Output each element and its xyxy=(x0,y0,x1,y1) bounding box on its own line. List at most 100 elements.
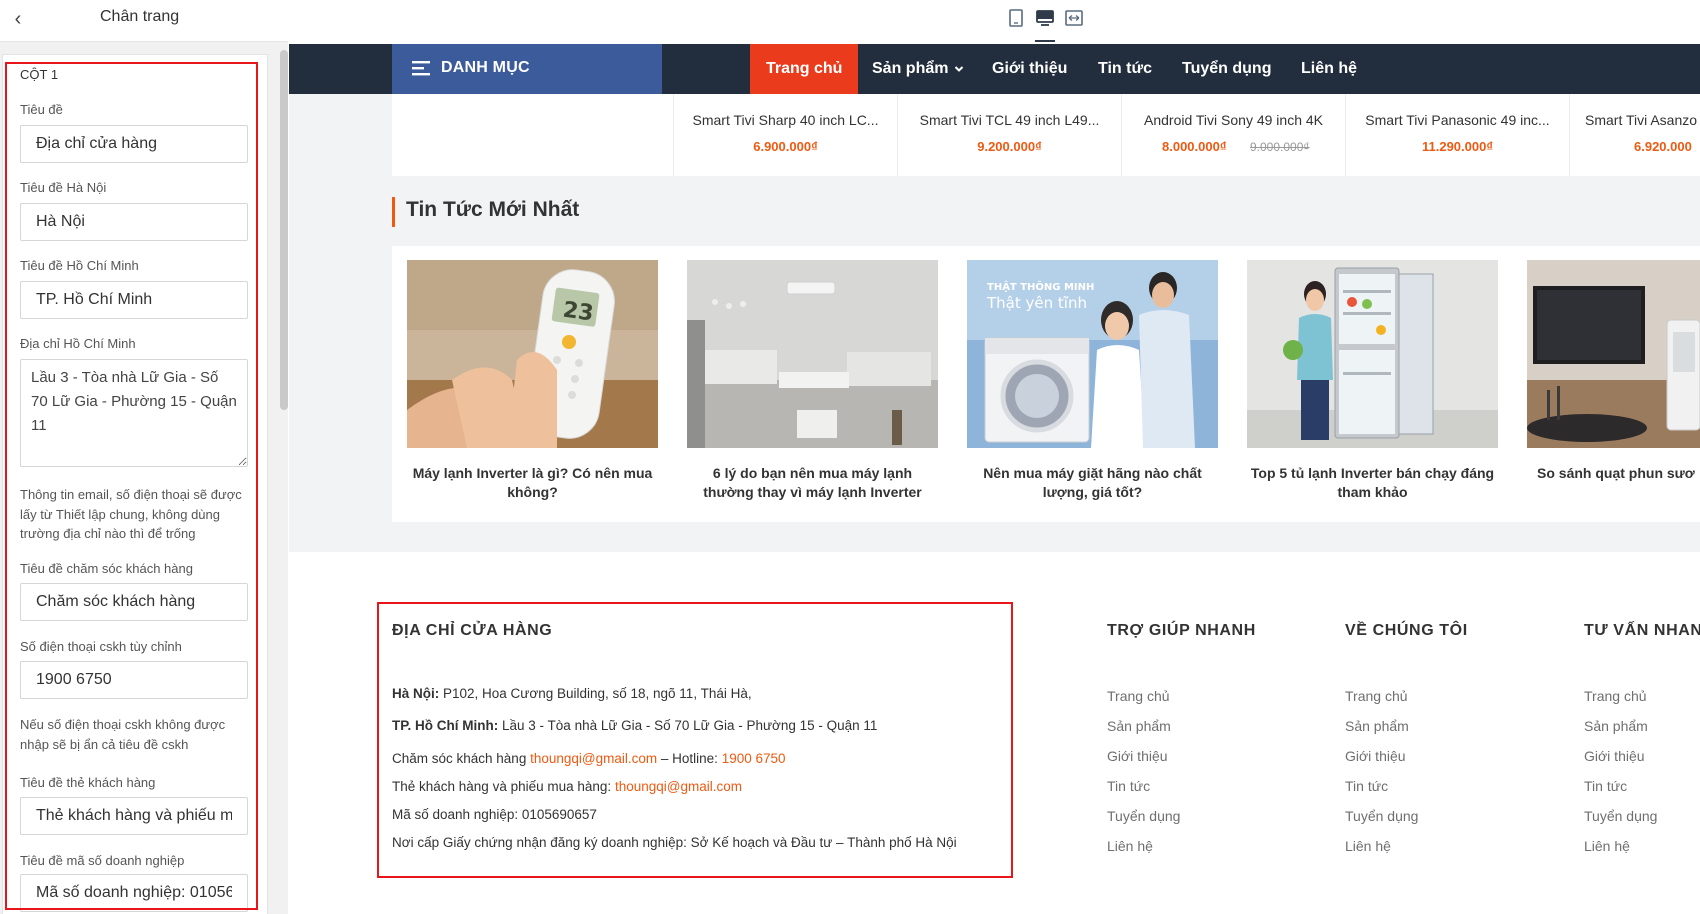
scrollbar-thumb[interactable] xyxy=(280,50,288,410)
news-heading: Tin Tức Mới Nhất xyxy=(406,198,580,221)
tax-title-input[interactable] xyxy=(20,874,248,912)
footer-link[interactable]: Liên hệ xyxy=(1345,838,1391,854)
footer-license: Nơi cấp Giấy chứng nhận đăng ký doanh ng… xyxy=(392,835,957,850)
nav-item-home[interactable]: Trang chủ xyxy=(750,44,859,94)
footer-care-line: Chăm sóc khách hàng thoungqi@gmail.com –… xyxy=(392,751,786,766)
footer-link[interactable]: Tuyển dụng xyxy=(1345,808,1418,824)
living-room-image[interactable] xyxy=(687,260,938,448)
footer-link[interactable]: Giới thiệu xyxy=(1345,748,1406,764)
product-name: Smart Tivi TCL 49 inch L49... xyxy=(919,112,1100,128)
news-card[interactable]: So sánh quạt phun sươ xyxy=(1527,260,1700,510)
footer-link[interactable]: Sản phẩm xyxy=(1345,718,1409,734)
footer-link[interactable]: Tin tức xyxy=(1107,778,1150,794)
fullwidth-view-icon[interactable] xyxy=(1064,8,1084,28)
news-card[interactable]: 23 Máy lạnh Inverter là gì? Có nên mua k… xyxy=(407,260,658,510)
settings-panel: ‹ Chân trang CỘT 1 Tiêu đề Tiêu đề Hà Nộ… xyxy=(0,0,288,914)
footer-link[interactable]: Trang chủ xyxy=(1345,688,1408,704)
hcm-title-input[interactable] xyxy=(20,281,248,319)
footer-link[interactable]: Sản phẩm xyxy=(1107,718,1171,734)
card-title-input[interactable] xyxy=(20,797,248,835)
panel-header: ‹ Chân trang xyxy=(0,0,288,42)
footer-link[interactable]: Trang chủ xyxy=(1107,688,1170,704)
active-view-indicator xyxy=(1035,40,1055,42)
product-name: Android Tivi Sony 49 inch 4K xyxy=(1144,112,1323,128)
footer-tax-code: Mã số doanh nghiệp: 0105690657 xyxy=(392,807,597,822)
menu-icon xyxy=(412,61,430,76)
footer-link[interactable]: Tin tức xyxy=(1345,778,1388,794)
news-heading-accent xyxy=(392,197,395,227)
view-toolbar xyxy=(289,0,1700,44)
product-name: Smart Tivi Panasonic 49 inc... xyxy=(1365,112,1550,128)
nav-item-products-label: Sản phẩm xyxy=(872,60,949,77)
care-title-input[interactable] xyxy=(20,583,248,621)
nav-item-contact[interactable]: Liên hệ xyxy=(1301,44,1357,94)
product-card[interactable]: Smart Tivi Sharp 40 inch LC... 6.900.000… xyxy=(673,94,897,176)
care-label: Chăm sóc khách hàng xyxy=(392,751,527,766)
title-input[interactable] xyxy=(20,125,248,163)
news-card[interactable]: 6 lý do bạn nên mua máy lạnh thường thay… xyxy=(687,260,938,510)
nav-item-products[interactable]: Sản phẩm xyxy=(872,44,964,94)
product-card[interactable]: Android Tivi Sony 49 inch 4K 8.000.000₫ … xyxy=(1121,94,1345,176)
product-price: 11.290.000₫ xyxy=(1421,139,1494,154)
ad-tagline: Thật yên tĩnh xyxy=(986,294,1087,312)
care-email-link[interactable]: thoungqi@gmail.com xyxy=(530,751,657,766)
back-icon[interactable]: ‹ xyxy=(6,7,30,31)
hanoi-label: Hà Nội: xyxy=(392,686,440,701)
footer-link[interactable]: Tuyển dụng xyxy=(1107,808,1180,824)
nav-item-about[interactable]: Giới thiệu xyxy=(992,44,1067,94)
product-price: 6.920.000 xyxy=(1634,139,1692,154)
product-price: 6.900.000₫ xyxy=(753,139,818,154)
footer-link[interactable]: Trang chủ xyxy=(1584,688,1647,704)
product-card[interactable]: Smart Tivi Asanzo 6.920.000 xyxy=(1569,94,1700,176)
footer-link[interactable]: Tuyển dụng xyxy=(1584,808,1657,824)
footer-col-heading: TƯ VẤN NHAN xyxy=(1584,622,1700,639)
footer-link[interactable]: Liên hệ xyxy=(1107,838,1153,854)
product-price: 9.200.000₫ xyxy=(977,139,1042,154)
field-label-hcm-title: Tiêu đề Hồ Chí Minh xyxy=(20,258,139,273)
product-card[interactable]: Smart Tivi Panasonic 49 inc... 11.290.00… xyxy=(1345,94,1569,176)
hanoi-title-input[interactable] xyxy=(20,203,248,241)
news-title[interactable]: Nên mua máy giặt hãng nào chất lượng, gi… xyxy=(967,464,1218,502)
field-label-title: Tiêu đề xyxy=(20,102,63,117)
hanoi-address: P102, Hoa Cương Building, số 18, ngõ 11,… xyxy=(443,686,752,701)
nav-item-careers[interactable]: Tuyển dụng xyxy=(1182,44,1271,94)
footer-link[interactable]: Liên hệ xyxy=(1584,838,1630,854)
footer-link[interactable]: Tin tức xyxy=(1584,778,1627,794)
card-label: Thẻ khách hàng và phiếu mua hàng: xyxy=(392,779,612,794)
remote-display-text: 23 xyxy=(561,298,595,327)
hcm-address-textarea[interactable]: Lầu 3 - Tòa nhà Lữ Gia - Số 70 Lữ Gia - … xyxy=(20,359,248,467)
footer-link[interactable]: Sản phẩm xyxy=(1584,718,1648,734)
category-menu-button[interactable]: DANH MỤC xyxy=(392,44,662,94)
product-name: Smart Tivi Sharp 40 inch LC... xyxy=(692,112,879,128)
footer-link[interactable]: Giới thiệu xyxy=(1584,748,1645,764)
desktop-view-icon[interactable] xyxy=(1035,8,1055,28)
care-phone-input[interactable] xyxy=(20,661,248,699)
field-label-tax-title: Tiêu đề mã số doanh nghiệp xyxy=(20,853,185,868)
hotline-link[interactable]: 1900 6750 xyxy=(722,751,786,766)
tablet-view-icon[interactable] xyxy=(1006,8,1026,28)
air-cooler-image[interactable] xyxy=(1527,260,1700,448)
product-card[interactable]: Smart Tivi TCL 49 inch L49... 9.200.000₫ xyxy=(897,94,1121,176)
news-title[interactable]: Top 5 tủ lạnh Inverter bán chạy đáng tha… xyxy=(1247,464,1498,502)
footer-link[interactable]: Giới thiệu xyxy=(1107,748,1168,764)
remote-control-image[interactable]: 23 xyxy=(407,260,658,448)
news-card[interactable]: Top 5 tủ lạnh Inverter bán chạy đáng tha… xyxy=(1247,260,1498,510)
footer-store-heading: ĐỊA CHỈ CỬA HÀNG xyxy=(392,622,553,639)
washing-machine-ad-image[interactable]: THẬT THÔNG MINH Thật yên tĩnh xyxy=(967,260,1218,448)
panel-title: Chân trang xyxy=(100,8,180,25)
site-footer xyxy=(289,552,1700,914)
news-card[interactable]: THẬT THÔNG MINH Thật yên tĩnh Nên mua má… xyxy=(967,260,1218,510)
email-note: Thông tin email, số điện thoại sẽ được l… xyxy=(20,487,242,541)
news-title[interactable]: 6 lý do bạn nên mua máy lạnh thường thay… xyxy=(687,464,938,502)
nav-item-news[interactable]: Tin tức xyxy=(1098,44,1152,94)
footer-hcm-line: TP. Hồ Chí Minh: Lầu 3 - Tòa nhà Lữ Gia … xyxy=(392,718,877,733)
field-label-care-title: Tiêu đề chăm sóc khách hàng xyxy=(20,561,193,576)
chevron-down-icon xyxy=(954,66,964,72)
refrigerator-image[interactable] xyxy=(1247,260,1498,448)
card-email-link[interactable]: thoungqi@gmail.com xyxy=(615,779,742,794)
product-old-price: 9.000.000₫ xyxy=(1250,140,1310,154)
product-price: 8.000.000₫ xyxy=(1162,139,1227,154)
news-title[interactable]: Máy lạnh Inverter là gì? Có nên mua khôn… xyxy=(407,464,658,502)
field-label-hcm-address: Địa chỉ Hồ Chí Minh xyxy=(20,336,136,351)
category-label: DANH MỤC xyxy=(441,59,530,76)
